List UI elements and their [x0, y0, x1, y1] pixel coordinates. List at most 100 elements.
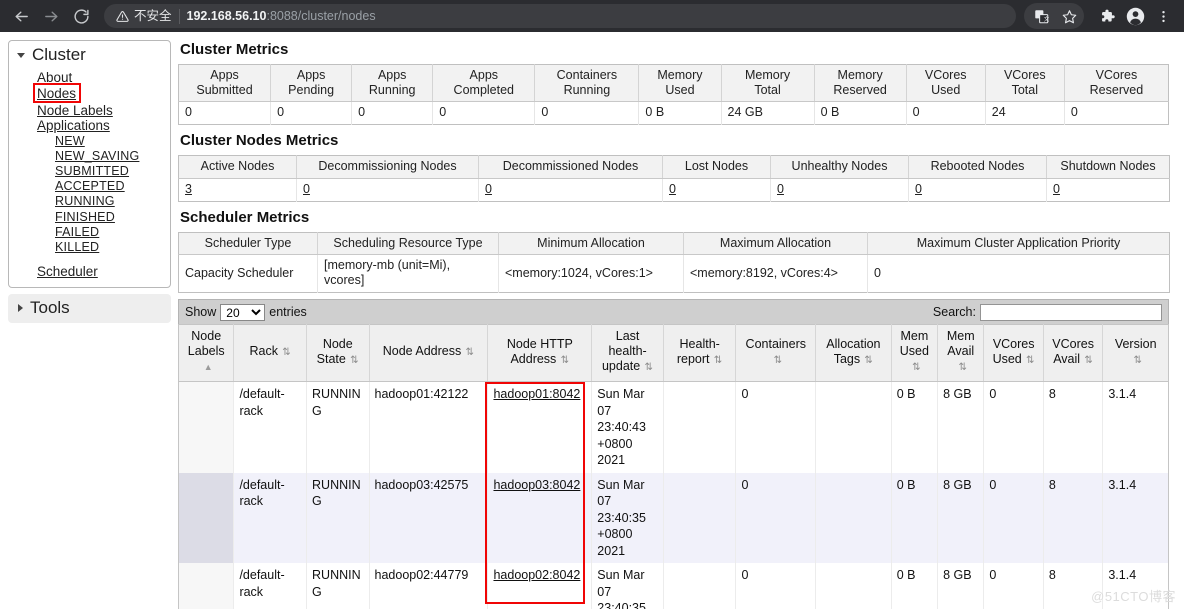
nodes-column-header[interactable]: Mem Avail ⇅ [937, 324, 985, 382]
metric-value-link[interactable]: 0 [669, 182, 676, 196]
nodes-column-header[interactable]: Rack ⇅ [233, 324, 308, 382]
sidebar-item-new-saving[interactable]: NEW_SAVING [9, 149, 170, 164]
nodes-column-header[interactable]: Allocation Tags ⇅ [815, 324, 892, 382]
node-http-address-link[interactable]: hadoop03:8042 [493, 478, 580, 492]
metric-value-link[interactable]: 0 [1053, 182, 1060, 196]
cell-node-http-address[interactable]: hadoop02:8042 [487, 563, 593, 609]
cell-mem-used: 0 B [891, 563, 939, 609]
sidebar-item-submitted[interactable]: SUBMITTED [9, 164, 170, 179]
metric-value-link[interactable]: 3 [185, 182, 192, 196]
nodes-column-header[interactable]: Node Address ⇅ [369, 324, 489, 382]
cell-mem-used: 0 B [891, 381, 939, 473]
profile-avatar-icon[interactable] [1122, 3, 1148, 29]
metric-value-link[interactable]: 0 [777, 182, 784, 196]
cell-health-report [663, 472, 737, 563]
metric-value: 0 [178, 101, 272, 125]
metric-value[interactable]: 3 [178, 178, 297, 201]
sidebar-item-running[interactable]: RUNNING [9, 194, 170, 209]
column-header: Apps Completed [432, 64, 536, 102]
nodes-table: Node Labels▲ Rack ⇅ Node State ⇅ Node Address ⇅ N… [178, 324, 1169, 609]
forward-arrow-icon [44, 11, 58, 21]
node-http-address-link[interactable]: hadoop01:8042 [493, 387, 580, 401]
nodes-column-header[interactable]: Containers ⇅ [735, 324, 817, 382]
metric-value[interactable]: 0 [478, 178, 663, 201]
reload-button[interactable] [68, 3, 94, 29]
metric-value: 0 [1064, 101, 1169, 125]
metric-value: 0 [270, 101, 353, 125]
nodes-column-header[interactable]: VCores Used ⇅ [983, 324, 1044, 382]
three-dot-menu-icon[interactable] [1150, 3, 1176, 29]
browser-toolbar: 不安全 192.168.56.10:8088/cluster/nodes 文 [0, 0, 1184, 32]
nodes-table-body: /default-rack RUNNING hadoop01:42122 hadoop… [178, 381, 1169, 609]
nodes-column-header[interactable]: VCores Avail ⇅ [1043, 324, 1104, 382]
nodes-column-header[interactable]: Node HTTP Address ⇅ [487, 324, 593, 382]
metric-value-link[interactable]: 0 [303, 182, 310, 196]
cell-last-health-update: Sun Mar 07 23:40:35 +0800 2021 [591, 472, 664, 563]
sidebar-item-nodes[interactable]: Nodes [37, 86, 76, 101]
warning-triangle-icon [116, 10, 129, 23]
sort-both-icon: ⇅ [713, 354, 723, 366]
nodes-column-header[interactable]: Last health-update ⇅ [591, 324, 664, 382]
sort-both-icon: ⇅ [864, 354, 873, 366]
cell-node-http-address[interactable]: hadoop01:8042 [487, 381, 593, 473]
sidebar-item-scheduler[interactable]: Scheduler [9, 264, 170, 279]
column-header: Decommissioned Nodes [478, 155, 663, 179]
nodes-column-header[interactable]: Node Labels ▲ [178, 324, 235, 382]
address-bar[interactable]: 不安全 192.168.56.10:8088/cluster/nodes [104, 4, 1016, 28]
nodes-column-header[interactable]: Mem Used ⇅ [891, 324, 939, 382]
sidebar-item-applications[interactable]: Applications [9, 118, 170, 133]
metric-value[interactable]: 0 [296, 178, 479, 201]
column-header-label: Last health-update [601, 329, 647, 373]
cluster-metrics-value-row: 000000 B 24 GB 0 B 0 24 0 [178, 101, 1169, 125]
metric-value[interactable]: 0 [908, 178, 1047, 201]
search-input[interactable] [980, 303, 1162, 321]
cell-node-http-address[interactable]: hadoop03:8042 [487, 472, 593, 563]
sidebar-item-failed[interactable]: FAILED [9, 225, 170, 240]
watermark: @51CTO博客 [1091, 589, 1176, 604]
sidebar-section-cluster-header[interactable]: Cluster [9, 41, 170, 70]
extensions-puzzle-icon[interactable] [1094, 3, 1120, 29]
translate-icon[interactable]: 文 [1028, 3, 1054, 29]
metric-value: 0 B [814, 101, 907, 125]
sidebar-item-about[interactable]: About [9, 70, 170, 85]
metric-value-link[interactable]: 0 [485, 182, 492, 196]
nodes-column-header[interactable]: Version ⇅ [1102, 324, 1169, 382]
node-http-address-link[interactable]: hadoop02:8042 [493, 568, 580, 582]
datatable-search-control: Search: [933, 303, 1162, 321]
column-header: Containers Running [534, 64, 640, 102]
cell-mem-avail: 8 GB [937, 563, 985, 609]
metric-value[interactable]: 0 [1046, 178, 1170, 201]
sidebar-item-new[interactable]: NEW [9, 134, 170, 149]
column-header: Memory Total [721, 64, 815, 102]
metric-value[interactable]: 0 [770, 178, 909, 201]
column-header-label: Node Labels [187, 329, 225, 358]
sidebar-item-finished[interactable]: FINISHED [9, 210, 170, 225]
entries-per-page-select[interactable]: 204060100 [220, 303, 266, 321]
cell-rack: /default-rack [233, 381, 308, 473]
nodes-column-header[interactable]: Health-report ⇅ [663, 324, 737, 382]
url-host: 192.168.56.10 [186, 9, 267, 23]
forward-button[interactable] [38, 3, 64, 29]
sidebar-item-node-labels[interactable]: Node Labels [9, 103, 170, 118]
cell-vcores-used: 0 [983, 563, 1044, 609]
sidebar-item-accepted[interactable]: ACCEPTED [9, 179, 170, 194]
metric-value-link[interactable]: 0 [915, 182, 922, 196]
cell-vcores-used: 0 [983, 381, 1044, 473]
metric-value: 0 B [638, 101, 722, 125]
column-header: Decommissioning Nodes [296, 155, 479, 179]
cell-containers: 0 [735, 472, 817, 563]
metric-value: 0 [432, 101, 536, 125]
cell-health-report [663, 563, 737, 609]
back-arrow-icon [14, 11, 28, 21]
metric-value[interactable]: 0 [662, 178, 771, 201]
nodes-column-header[interactable]: Node State ⇅ [306, 324, 370, 382]
sidebar-item-killed[interactable]: KILLED [9, 240, 170, 255]
scheduler-metrics-header-row: Scheduler Type Scheduling Resource Type Mi… [178, 232, 1170, 255]
metric-value: 0 [534, 101, 640, 125]
back-button[interactable] [8, 3, 34, 29]
cell-mem-avail: 8 GB [937, 381, 985, 473]
column-header: Apps Pending [270, 64, 353, 102]
bookmark-star-icon[interactable] [1056, 3, 1082, 29]
security-warning[interactable]: 不安全 [116, 8, 180, 24]
sidebar-section-tools-header[interactable]: Tools [8, 294, 171, 324]
